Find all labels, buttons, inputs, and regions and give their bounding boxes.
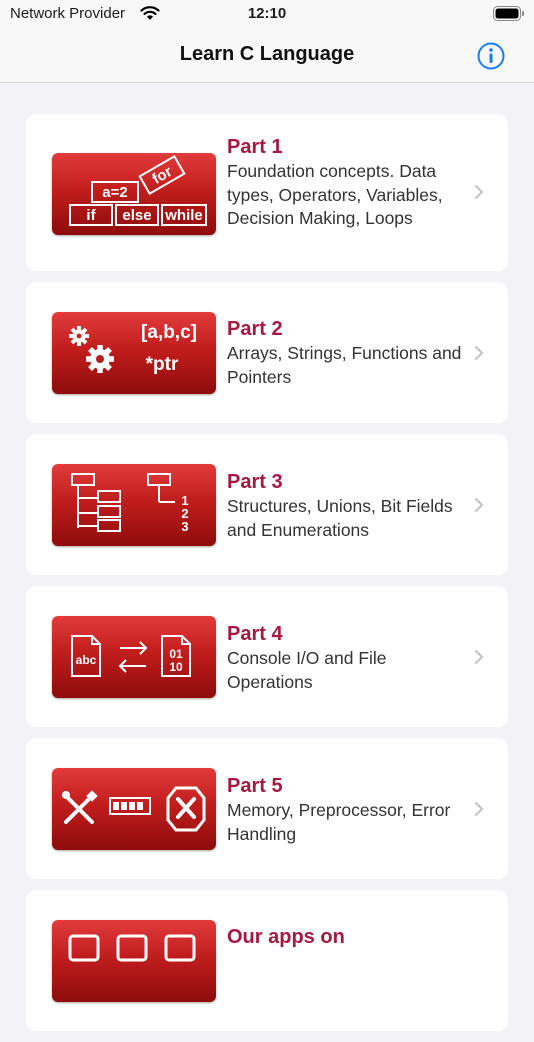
keywords-icon: a=2 for if else while [52,153,216,235]
page-title: Learn C Language [179,43,355,65]
part-title: Part 3 [227,471,283,493]
parts-list: a=2 for if else while Part 1 Foundation … [26,114,508,1042]
icon-label-ptr: *ptr [146,354,179,375]
chevron-right-icon [474,801,484,817]
icon-label-for: for [149,163,175,188]
chevron-right-icon [474,184,484,200]
list-item-part-2[interactable]: [a,b,c] *ptr Part 2 Arrays, Strings, Fun… [26,282,508,423]
icon-label-10: 10 [169,660,183,674]
part-title: Part 1 [227,136,283,158]
part-description: Foundation concepts. Data types, Operato… [227,161,443,228]
part-description: Structures, Unions, Bit Fields and Enume… [227,496,453,540]
gears-pointer-icon: [a,b,c] *ptr [52,312,216,394]
battery-icon [493,6,524,21]
part-title: Part 2 [227,318,283,340]
status-bar: Network Provider 12:10 [0,0,534,30]
apps-grid-icon [52,920,216,1002]
part-title: Part 5 [227,775,283,797]
list-item-part-5[interactable]: Part 5 Memory, Preprocessor, Error Handl… [26,738,508,879]
part-title: Our apps on [227,926,345,948]
part-description: Arrays, Strings, Functions and Pointers [227,343,462,387]
chevron-right-icon [474,345,484,361]
icon-label-abc: abc [76,653,97,667]
list-item-part-4[interactable]: abc 01 10 Part 4 Console I/O and File Op… [26,586,508,727]
icon-label-a2: a=2 [102,184,127,201]
chevron-right-icon [474,649,484,665]
part-description: Console I/O and File Operations [227,648,387,692]
list-item-part-3[interactable]: 1 2 3 Part 3 Structures, Unions, Bit Fie… [26,434,508,575]
list-item-our-apps[interactable]: Our apps on [26,890,508,1031]
file-io-icon: abc 01 10 [52,616,216,698]
navigation-bar: Learn C Language [0,30,534,83]
icon-label-01: 01 [169,647,183,661]
icon-label-array: [a,b,c] [141,322,197,343]
icon-label-if: if [86,207,96,224]
part-description: Memory, Preprocessor, Error Handling [227,800,451,844]
tools-memory-error-icon [52,768,216,850]
status-time: 12:10 [247,5,287,22]
tree-structure-icon: 1 2 3 [52,464,216,546]
chevron-right-icon [474,497,484,513]
icon-label-3: 3 [181,519,188,534]
list-item-part-1[interactable]: a=2 for if else while Part 1 Foundation … [26,114,508,271]
icon-label-else: else [122,207,151,224]
part-title: Part 4 [227,623,283,645]
info-circle-icon[interactable] [476,41,506,71]
icon-label-while: while [164,207,203,224]
